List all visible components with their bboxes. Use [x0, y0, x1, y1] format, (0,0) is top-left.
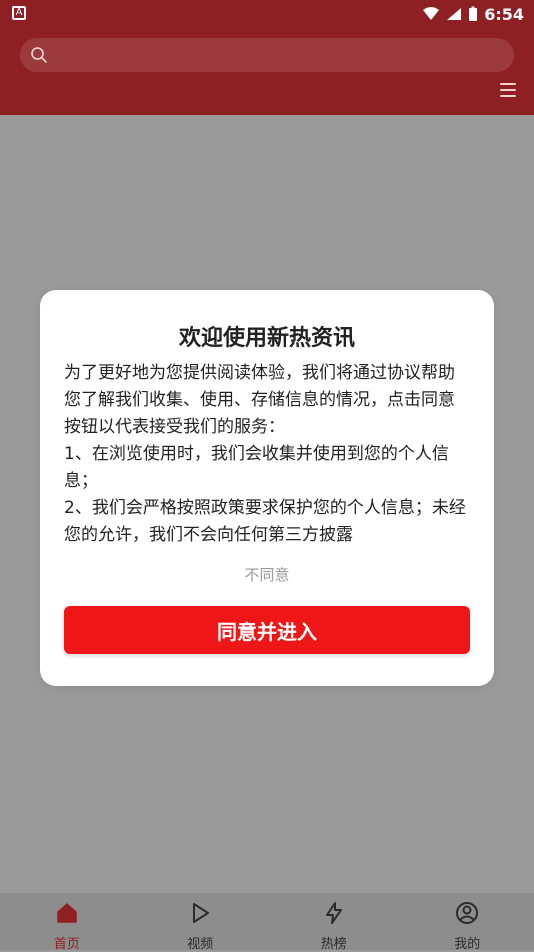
search-bar[interactable] — [20, 38, 514, 72]
nav-item-hot[interactable]: 热榜 — [267, 893, 401, 950]
lightning-icon — [322, 901, 346, 929]
notification-icon: A — [12, 6, 26, 20]
nav-item-video[interactable]: 视频 — [134, 893, 268, 950]
dialog-paragraph: 为了更好地为您提供阅读体验，我们将通过协议帮助您了解我们收集、使用、存储信息的情… — [64, 360, 470, 441]
agree-button[interactable]: 同意并进入 — [64, 606, 470, 654]
status-icons: 6:54 — [422, 4, 524, 24]
menu-icon[interactable] — [500, 82, 516, 98]
dialog-title: 欢迎使用新热资讯 — [40, 320, 494, 352]
dialog-paragraph: 1、在浏览使用时，我们会收集并使用到您的个人信息； — [64, 441, 470, 495]
decline-button[interactable]: 不同意 — [40, 564, 494, 585]
play-icon — [188, 901, 212, 929]
search-icon — [30, 46, 48, 68]
home-icon — [55, 901, 79, 929]
wifi-icon — [422, 7, 440, 21]
signal-icon — [446, 7, 462, 21]
status-bar: A 6:54 — [0, 0, 534, 28]
bottom-nav: 首页 视频 热榜 我的 — [0, 893, 534, 950]
nav-label: 视频 — [187, 933, 213, 952]
app-header: A 6:54 — [0, 0, 534, 115]
dialog-body[interactable]: 为了更好地为您提供阅读体验，我们将通过协议帮助您了解我们收集、使用、存储信息的情… — [64, 360, 470, 550]
search-input[interactable] — [60, 38, 504, 74]
nav-label: 热榜 — [321, 933, 347, 952]
privacy-dialog: 欢迎使用新热资讯 为了更好地为您提供阅读体验，我们将通过协议帮助您了解我们收集、… — [40, 290, 494, 686]
user-circle-icon — [455, 901, 479, 929]
nav-item-home[interactable]: 首页 — [0, 893, 134, 950]
nav-label: 首页 — [54, 933, 80, 952]
nav-label: 我的 — [454, 933, 480, 952]
battery-icon — [468, 6, 478, 22]
dialog-paragraph: 2、我们会严格按照政策要求保护您的个人信息；未经您的允许，我们不会向任何第三方披… — [64, 495, 470, 549]
nav-item-mine[interactable]: 我的 — [401, 893, 534, 950]
clock-time: 6:54 — [484, 5, 524, 24]
